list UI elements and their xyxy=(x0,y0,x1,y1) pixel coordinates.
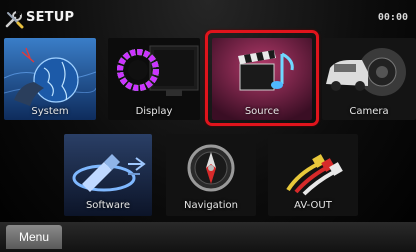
clock-display: 00:00 xyxy=(377,12,408,23)
setup-screen: SETUP 00:00 System Display Source Camera… xyxy=(0,0,416,252)
menu-button[interactable]: Menu xyxy=(6,225,62,249)
tile-camera[interactable]: Camera xyxy=(322,38,416,120)
bottom-bar xyxy=(0,222,416,252)
tile-label-display: Display xyxy=(135,106,173,117)
tile-software[interactable]: Software xyxy=(64,134,152,216)
wrench-screwdriver-icon xyxy=(5,11,24,29)
tile-label-navigation: Navigation xyxy=(184,200,238,211)
tile-label-system: System xyxy=(31,106,69,117)
page-title: SETUP xyxy=(26,10,75,25)
tile-label-camera: Camera xyxy=(349,106,389,117)
tile-av-out[interactable]: AV-OUT xyxy=(268,134,358,216)
tile-system[interactable]: System xyxy=(4,38,96,120)
selected-tile-highlight xyxy=(205,30,319,126)
tile-navigation[interactable]: Navigation xyxy=(166,134,256,216)
tile-label-software: Software xyxy=(85,200,131,211)
tile-display[interactable]: Display xyxy=(108,38,200,120)
tile-label-av-out: AV-OUT xyxy=(294,200,332,211)
